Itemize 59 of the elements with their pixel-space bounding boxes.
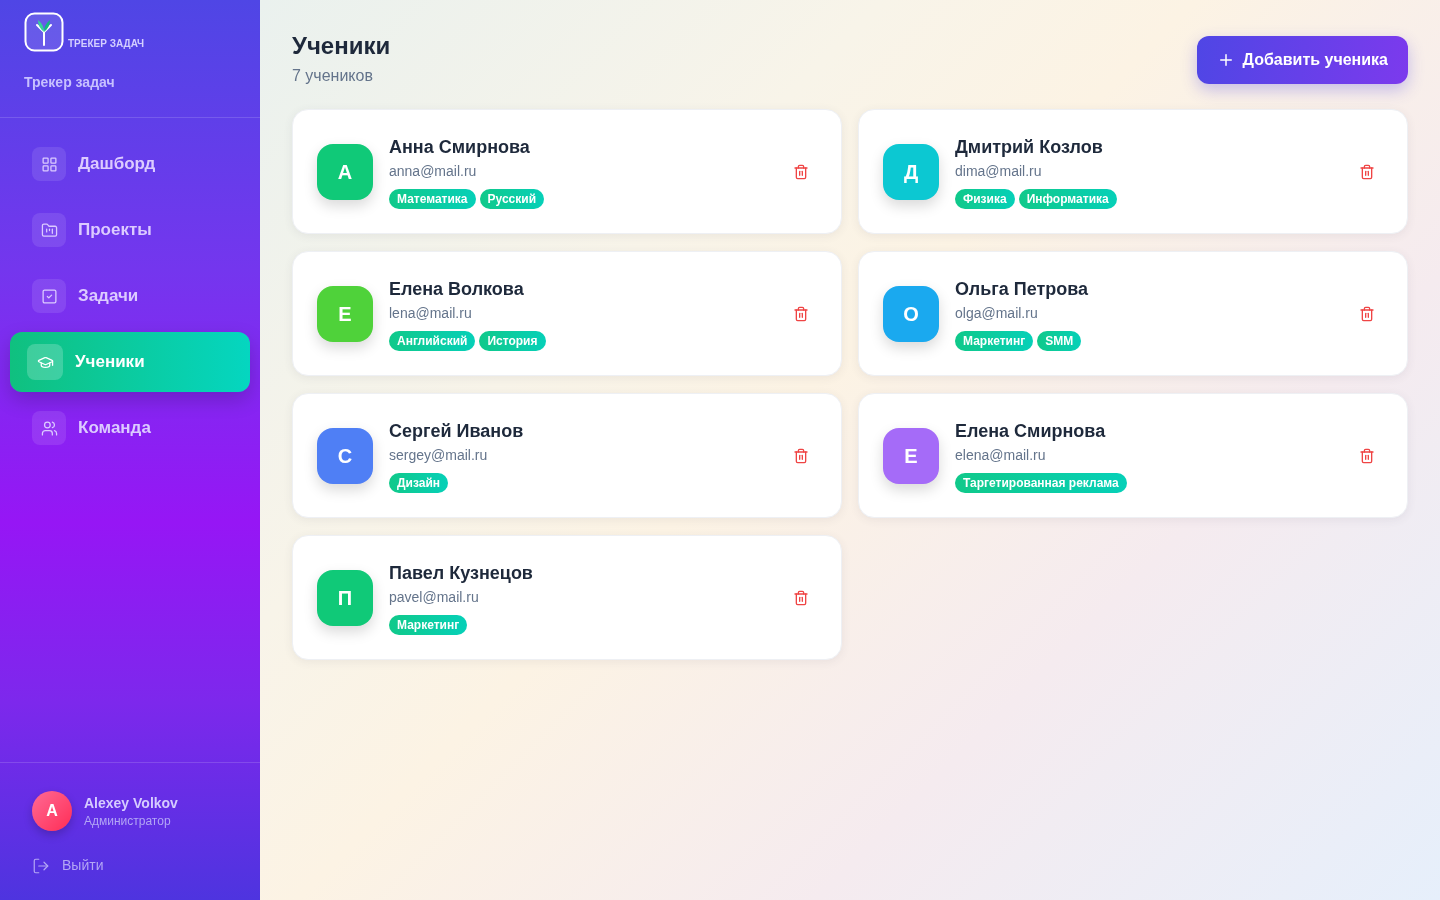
trash-icon [793,589,809,606]
trash-icon [793,447,809,464]
logout-icon [32,856,50,875]
student-avatar: А [317,143,373,200]
nav-item[interactable]: Дашборд [10,134,250,194]
student-name: Дмитрий Козлов [955,135,1104,159]
student-name: Анна Смирнова [389,135,531,159]
grid-icon [40,155,58,173]
subject-tag: Маркетинг [389,614,468,635]
student-email: elena@mail.ru [955,445,1047,465]
student-email: lena@mail.ru [389,303,473,323]
student-name: Павел Кузнецов [389,561,534,585]
nav-item[interactable]: Задачи [10,266,250,326]
trash-icon [1359,447,1375,464]
trash-icon [793,163,809,180]
trash-icon [793,305,809,322]
trash-icon [1359,305,1375,322]
subject-tag: Дизайн [389,472,449,493]
student-name: Ольга Петрова [955,277,1090,301]
student-avatar: Д [883,143,939,200]
user-role: Администратор [84,813,172,829]
student-avatar: О [883,285,939,342]
logout-button[interactable]: Выйти [32,855,104,876]
subject-tag: Математика [389,188,476,209]
subject-tag: Русский [479,188,545,209]
nav-item[interactable]: Команда [10,398,250,458]
student-avatar: Е [317,285,373,342]
student-avatar: Е [883,427,939,484]
sprout-logo-icon [24,12,64,52]
student-name: Елена Волкова [389,277,525,301]
users-icon [40,419,58,437]
nav-item[interactable]: Проекты [10,200,250,260]
student-email: pavel@mail.ru [389,587,480,607]
student-avatar: П [317,569,373,626]
student-name: Сергей Иванов [389,419,525,443]
folder-icon [40,221,58,239]
nav-item[interactable]: Ученики [10,332,250,392]
student-count: 7 учеников [292,66,374,86]
user-name: Alexey Volkov [84,794,178,813]
subject-tag: Таргетированная реклама [955,472,1127,493]
student-avatar: С [317,427,373,484]
add-student-button[interactable]: Добавить ученика [1196,36,1408,84]
subject-tag: Информатика [1018,188,1117,209]
student-email: olga@mail.ru [955,303,1039,323]
user-avatar: A [32,791,72,831]
checkbox-icon [40,287,58,305]
student-email: sergey@mail.ru [389,445,489,465]
logo-caption: ТРЕКЕР ЗАДАЧ [68,37,145,51]
subject-tag: SMM [1037,330,1082,351]
student-name: Елена Смирнова [955,419,1107,443]
subject-tag: Физика [955,188,1015,209]
subject-tag: История [479,330,546,351]
app-name: Трекер задач [24,73,116,92]
page-title: Ученики [292,32,391,60]
student-email: dima@mail.ru [955,161,1043,181]
subject-tag: Английский [389,330,476,351]
subject-tag: Маркетинг [955,330,1034,351]
student-email: anna@mail.ru [389,161,478,181]
trash-icon [1359,163,1375,180]
